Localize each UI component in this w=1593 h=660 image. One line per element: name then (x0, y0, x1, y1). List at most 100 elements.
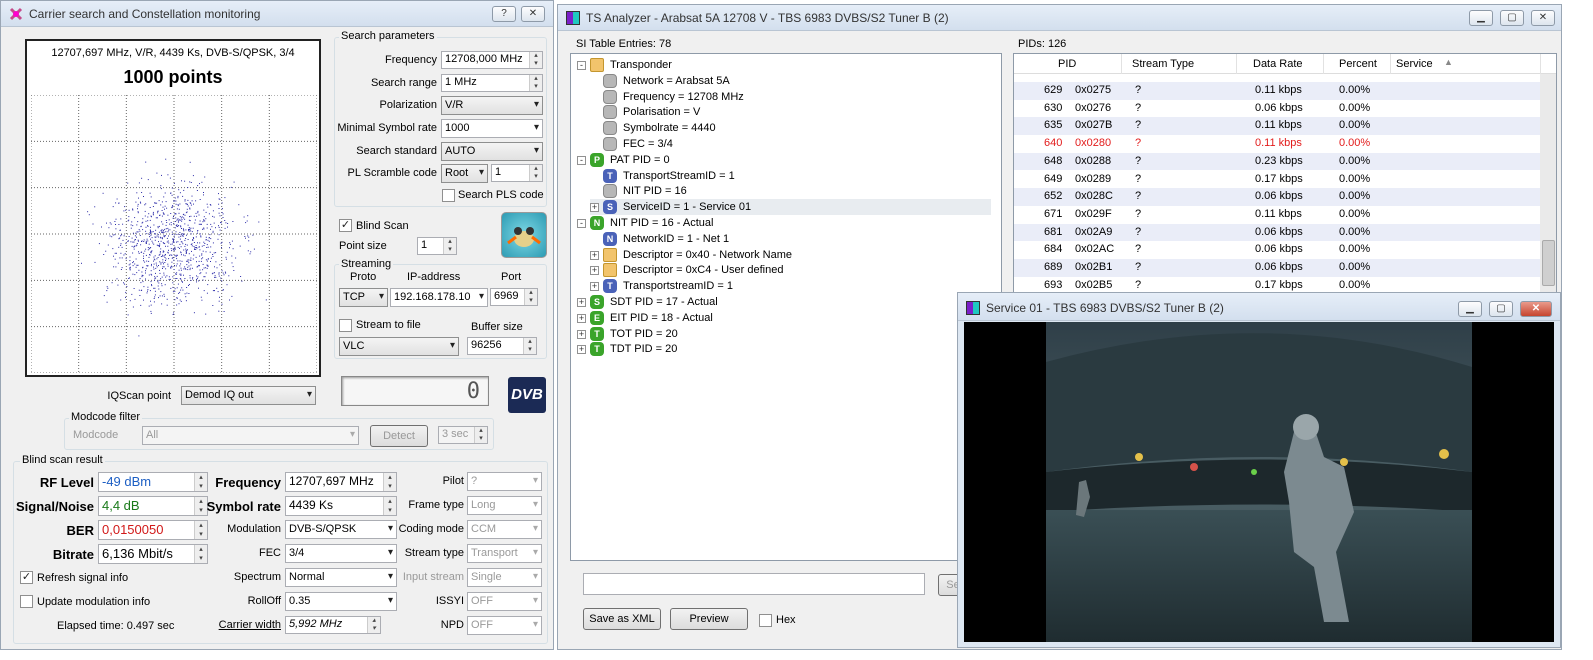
expand-icon[interactable]: + (577, 345, 586, 355)
frame-type-select[interactable]: Long (467, 496, 542, 515)
hex-checkbox[interactable] (759, 614, 772, 627)
stream-type-select[interactable]: Transport (467, 544, 542, 563)
collapse-icon[interactable]: - (577, 155, 586, 165)
expand-icon[interactable]: + (590, 203, 599, 213)
constellation-point (219, 215, 221, 217)
constellation-point (167, 263, 169, 265)
min-symbol-rate-select[interactable]: 1000 (441, 119, 543, 138)
player-select[interactable]: VLC (339, 337, 459, 356)
video-close-button[interactable]: ✕ (1520, 301, 1552, 317)
expand-icon[interactable]: + (590, 250, 599, 260)
filter-input[interactable] (583, 573, 925, 595)
constellation-point (190, 215, 192, 217)
tree-item[interactable]: + S ServiceID = 1 - Service 01 (590, 199, 991, 216)
constellation-point (178, 225, 180, 226)
si-tree[interactable]: - Transponder Network = Arabsat 5A Frequenc… (570, 53, 1002, 561)
collapse-icon[interactable]: - (577, 61, 586, 70)
close-button[interactable]: ✕ (521, 6, 545, 22)
table-icon: T (590, 326, 604, 341)
ip-address-label: IP-address (407, 271, 461, 283)
pid-scroll-thumb[interactable] (1542, 240, 1555, 286)
video-maximize-button[interactable]: ▢ (1489, 301, 1513, 317)
expand-icon[interactable]: + (577, 298, 586, 307)
constellation-point (158, 231, 160, 233)
constellation-point (147, 240, 149, 242)
expand-icon[interactable]: + (590, 266, 599, 276)
polarization-select[interactable]: V/R (441, 96, 543, 115)
constellation-point (132, 232, 134, 234)
pls-value-input[interactable]: 1 (491, 164, 543, 182)
port-input[interactable]: 6969 (490, 288, 538, 306)
point-size-input[interactable]: 1 (417, 237, 457, 255)
minimize-button[interactable]: ▁ (1469, 10, 1493, 26)
pls-mode-select[interactable]: Root (441, 164, 488, 183)
expand-icon[interactable]: + (590, 282, 599, 292)
proto-select[interactable]: TCP (339, 288, 388, 307)
constellation-point (103, 295, 105, 297)
constellation-point (174, 290, 176, 292)
table-row[interactable]: 649 0x0289? 0.17 kbps 0.00% (1014, 170, 1540, 189)
constellation-point (178, 189, 180, 191)
detect-time-input[interactable]: 3 sec (438, 426, 488, 444)
coding-mode-select[interactable]: CCM (467, 520, 542, 539)
constellation-point (129, 266, 131, 268)
search-pls-checkbox[interactable] (442, 189, 455, 202)
buffer-size-input[interactable]: 96256 (467, 337, 537, 355)
modcode-select[interactable]: All (142, 426, 359, 445)
rolloff-select[interactable]: 0.35 (285, 592, 397, 611)
constellation-point (253, 248, 255, 250)
constellation-point (150, 238, 151, 240)
collapse-icon[interactable]: - (577, 219, 586, 228)
stream-to-file-checkbox[interactable] (339, 319, 352, 332)
table-row[interactable]: 693 0x02B5? 0.17 kbps 0.00% (1014, 276, 1540, 292)
ts-close-button[interactable]: ✕ (1531, 10, 1555, 26)
blind-scan-checkbox[interactable]: ✓ (339, 219, 352, 232)
expand-icon[interactable]: + (577, 313, 586, 323)
cell-pid: 684 (1044, 243, 1063, 256)
help-button[interactable]: ? (492, 6, 516, 22)
constellation-point (246, 220, 248, 222)
maximize-button[interactable]: ▢ (1500, 10, 1524, 26)
constellation-point (141, 241, 142, 242)
table-row[interactable]: 648 0x0288? 0.23 kbps 0.00% (1014, 152, 1540, 171)
issyi-select[interactable]: OFF (467, 592, 542, 611)
ip-address-select[interactable]: 192.168.178.10 (390, 288, 488, 307)
constellation-point (198, 223, 200, 225)
constellation-point (195, 200, 197, 202)
carrier-width-label[interactable]: Carrier width (201, 619, 281, 631)
save-as-xml-button[interactable]: Save as XML (583, 608, 661, 630)
video-minimize-button[interactable]: ▁ (1458, 301, 1482, 317)
table-row[interactable]: 629 0x0275? 0.11 kbps 0.00% (1014, 82, 1540, 100)
npd-select[interactable]: OFF (467, 616, 542, 635)
constellation-point (125, 242, 127, 244)
preview-button[interactable]: Preview (670, 608, 748, 630)
fec-select[interactable]: 3/4 (285, 544, 397, 563)
constellation-point (189, 269, 191, 271)
table-row[interactable]: 671 0x029F? 0.11 kbps 0.00% (1014, 205, 1540, 224)
pilot-select[interactable]: ? (467, 472, 542, 491)
constellation-point (156, 244, 158, 246)
modulation-select[interactable]: DVB-S/QPSK (285, 520, 397, 539)
table-row[interactable]: 652 0x028C? 0.06 kbps 0.00% (1014, 188, 1540, 206)
spectrum-select[interactable]: Normal (285, 568, 397, 587)
update-modulation-checkbox[interactable] (20, 595, 33, 608)
pid-scrollbar[interactable] (1540, 74, 1556, 292)
frequency-input[interactable]: 12708,000 MHz (441, 51, 543, 69)
detect-button[interactable]: Detect (370, 425, 428, 447)
table-row[interactable]: 681 0x02A9? 0.06 kbps 0.00% (1014, 223, 1540, 242)
constellation-point (150, 304, 152, 306)
expand-icon[interactable]: + (577, 329, 586, 339)
iq-scan-select[interactable]: Demod IQ out (181, 386, 316, 405)
table-row[interactable]: 689 0x02B1? 0.06 kbps 0.00% (1014, 259, 1540, 277)
search-range-input[interactable]: 1 MHz (441, 74, 543, 92)
search-standard-select[interactable]: AUTO (441, 142, 543, 161)
table-row[interactable]: 630 0x0276? 0.06 kbps 0.00% (1014, 99, 1540, 118)
table-row[interactable]: 640 0x0280? 0.11 kbps 0.00% (1014, 135, 1540, 153)
table-row[interactable]: 684 0x02AC? 0.06 kbps 0.00% (1014, 241, 1540, 259)
input-stream-select[interactable]: Single (467, 568, 542, 587)
table-row[interactable]: 635 0x027B? 0.11 kbps 0.00% (1014, 117, 1540, 136)
pid-table[interactable]: PID Stream Type Data Rate Percent Servic… (1013, 53, 1557, 293)
constellation-point (208, 237, 210, 239)
refresh-signal-checkbox[interactable]: ✓ (20, 571, 33, 584)
constellation-point (161, 231, 163, 233)
